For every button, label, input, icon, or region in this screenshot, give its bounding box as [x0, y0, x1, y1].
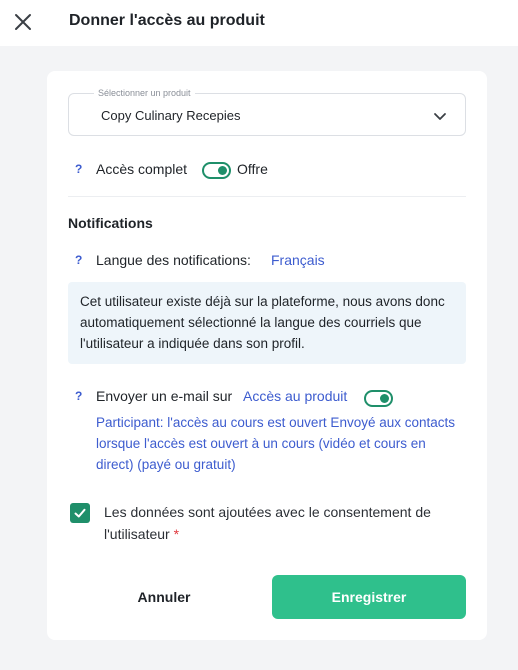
cancel-button[interactable]: Annuler [69, 575, 259, 619]
product-select-legend: Sélectionner un produit [94, 88, 195, 98]
notifications-title: Notifications [68, 215, 153, 231]
divider [68, 196, 466, 197]
language-label: Langue des notifications: [96, 252, 251, 268]
email-description: Participant: l'accès au cours est ouvert… [96, 415, 456, 472]
access-help-icon[interactable]: ? [75, 162, 82, 176]
info-notice: Cet utilisateur existe déjà sur la plate… [68, 282, 466, 364]
chevron-down-icon[interactable] [433, 109, 447, 123]
email-help-icon[interactable]: ? [75, 389, 82, 403]
close-button[interactable] [10, 9, 36, 35]
email-product-access-link[interactable]: Accès au produit [243, 388, 347, 404]
consent-label: Les données sont ajoutées avec le consen… [104, 501, 464, 545]
form-card: Sélectionner un produit Copy Culinary Re… [47, 71, 487, 640]
language-help-icon[interactable]: ? [75, 253, 82, 267]
access-toggle[interactable] [202, 162, 231, 179]
language-value-link[interactable]: Français [271, 252, 325, 268]
consent-text: Les données sont ajoutées avec le consen… [104, 504, 431, 542]
close-icon[interactable] [14, 13, 32, 31]
consent-checkbox[interactable] [70, 503, 90, 523]
toggle-knob [218, 166, 227, 175]
email-toggle[interactable] [364, 390, 393, 407]
email-label: Envoyer un e-mail sur [96, 388, 233, 404]
dialog-header: Donner l'accès au produit [0, 0, 518, 46]
checkmark-icon [74, 508, 86, 518]
dialog-title: Donner l'accès au produit [69, 12, 265, 29]
access-toggle-label: Offre [237, 161, 268, 177]
toggle-knob [380, 394, 389, 403]
save-button[interactable]: Enregistrer [272, 575, 466, 619]
product-select[interactable]: Sélectionner un produit Copy Culinary Re… [68, 88, 466, 136]
access-label: Accès complet [96, 161, 188, 177]
required-mark: * [173, 526, 180, 542]
product-select-value: Copy Culinary Recepies [101, 108, 241, 123]
